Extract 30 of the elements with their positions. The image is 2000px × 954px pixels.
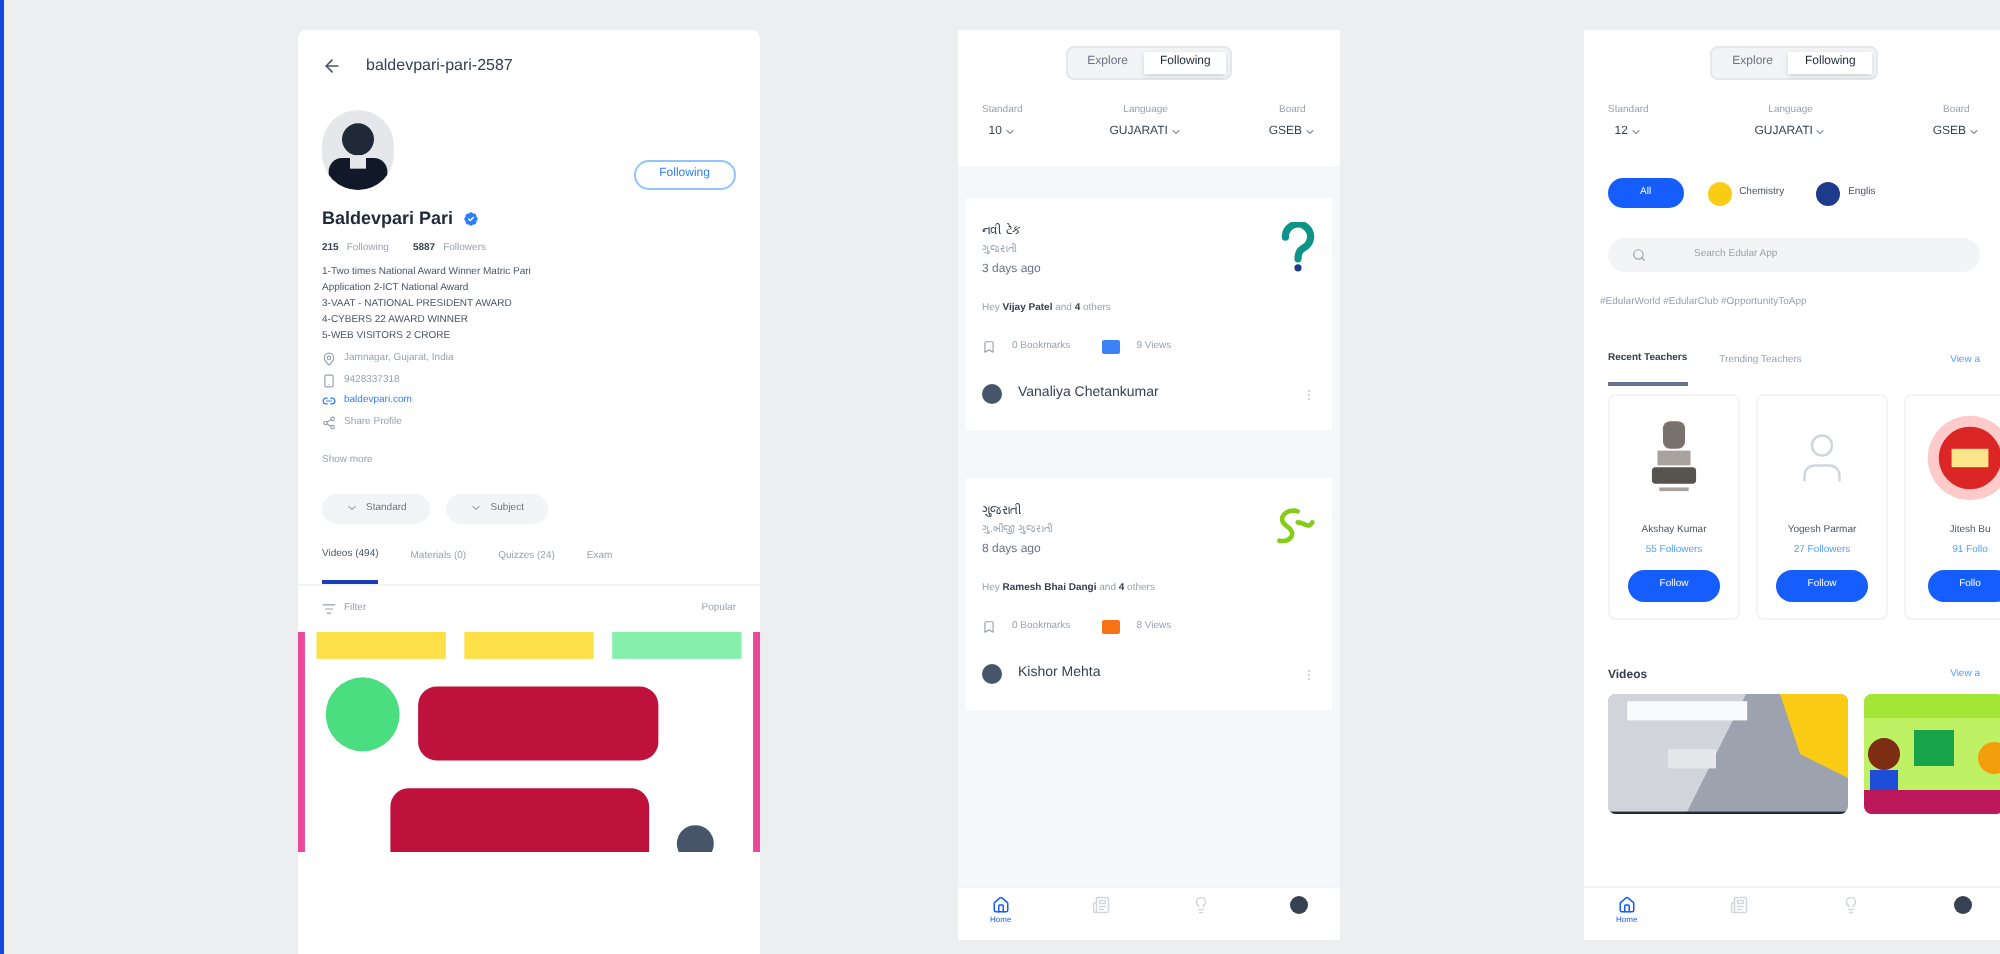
chevron-icon xyxy=(1629,126,1642,138)
chevron-icon xyxy=(1304,126,1316,138)
search-icon xyxy=(1632,247,1646,262)
profile-name: Baldevpari Pari xyxy=(322,206,454,232)
profile-icon xyxy=(1953,896,1972,914)
chevron-icon xyxy=(470,502,483,515)
chevron-icon xyxy=(1169,126,1182,138)
back-icon[interactable] xyxy=(322,56,342,76)
lightbulb-icon xyxy=(1842,896,1861,914)
author-avatar xyxy=(982,664,1002,685)
chevron-icon xyxy=(1968,126,1980,138)
chevron-icon xyxy=(1003,126,1016,138)
chevron-icon xyxy=(1814,126,1827,138)
map-pin-icon xyxy=(322,352,336,367)
feed-icon xyxy=(1730,896,1749,914)
profile-icon xyxy=(1289,896,1308,914)
profile-handle: baldevpari-pari-2587 xyxy=(366,54,513,78)
feed-icon xyxy=(1092,896,1111,914)
lightbulb-icon xyxy=(1191,896,1210,914)
share-icon xyxy=(322,415,336,430)
phone-icon xyxy=(322,373,336,388)
chevron-icon xyxy=(346,502,358,515)
question-mark-logo xyxy=(1280,221,1316,273)
bookmark-icon xyxy=(982,619,996,634)
author-avatar xyxy=(982,384,1002,405)
filter-icon xyxy=(322,601,336,616)
link-icon xyxy=(322,394,336,409)
home-icon xyxy=(991,896,1010,914)
home-icon xyxy=(1617,896,1636,914)
bookmark-icon xyxy=(982,339,996,354)
